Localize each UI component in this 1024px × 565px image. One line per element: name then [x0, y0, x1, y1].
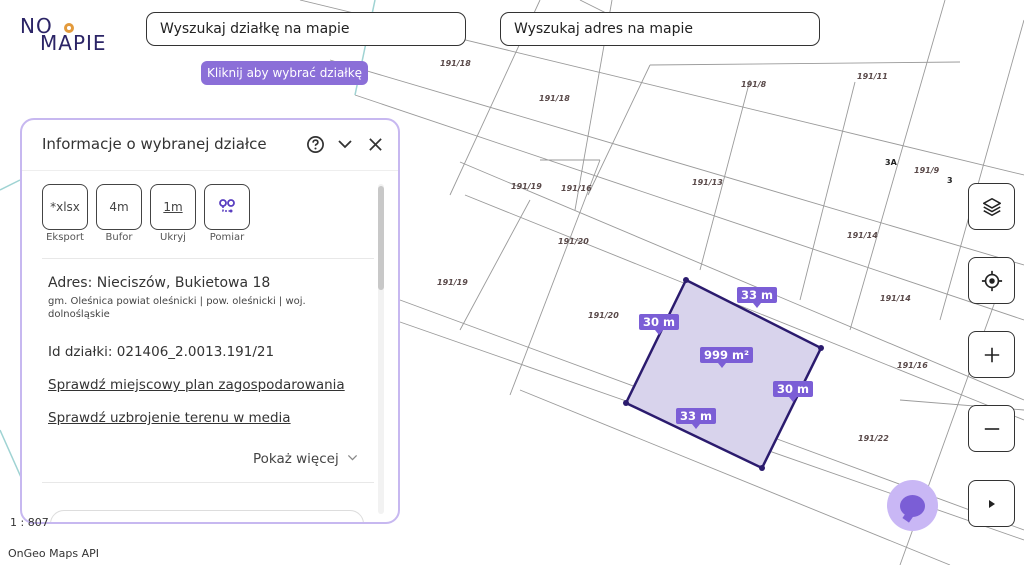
pick-parcel-button[interactable]: Kliknij aby wybrać działkę: [201, 61, 369, 85]
zoom-out-icon: [984, 427, 999, 430]
parcel-search-input[interactable]: [146, 12, 466, 46]
buffer-icon: 4m: [109, 200, 129, 214]
panel-header: Informacje o wybranej działce: [22, 120, 398, 171]
measure-label: Pomiar: [209, 232, 245, 243]
parcel-address: Adres: Nieciszów, Bukietowa 18: [48, 275, 271, 291]
measure-button[interactable]: [204, 184, 250, 230]
scrollbar-thumb[interactable]: [378, 186, 384, 290]
parcel-label: 191/19: [511, 182, 542, 191]
dimension-label-bottom: 33 m: [676, 408, 716, 429]
parcel-label: 191/18: [539, 94, 570, 103]
layers-button[interactable]: [968, 183, 1015, 230]
parcel-admin-units: gm. Oleśnica powiat oleśnicki | pow. ole…: [48, 296, 306, 320]
parcel-label: 191/14: [880, 294, 911, 303]
buffer-label: Bufor: [105, 232, 133, 243]
locate-button[interactable]: [968, 257, 1015, 304]
parcel-id: Id działki: 021406_2.0013.191/21: [48, 344, 275, 360]
parcel-info-panel: Informacje o wybranej działce *xlsx Eksp…: [20, 118, 400, 524]
logo-text-bottom: MAPIE: [40, 31, 107, 55]
hide-button[interactable]: 1m: [150, 184, 196, 230]
address-search-input[interactable]: [500, 12, 820, 46]
zoning-plan-link[interactable]: Sprawdź miejscowy plan zagospodarowania: [48, 377, 345, 393]
parcel-label: 191/20: [588, 311, 619, 320]
attribution-link[interactable]: OnGeo Maps API: [8, 547, 99, 560]
parcel-label: 191/9: [914, 166, 940, 175]
area-label: 999 m²: [700, 347, 754, 368]
zoom-in-icon: [984, 347, 999, 362]
parcel-label: 191/11: [857, 72, 888, 81]
parcel-label: 191/18: [440, 59, 471, 68]
zoom-out-button[interactable]: [968, 405, 1015, 452]
chat-icon: [900, 494, 925, 517]
hide-icon: 1m: [163, 200, 183, 214]
help-icon[interactable]: [305, 134, 325, 154]
map-scale: 1 : 807: [10, 516, 49, 529]
measure-icon: [219, 199, 235, 213]
chevron-down-icon[interactable]: [335, 134, 355, 154]
selected-parcel[interactable]: [624, 278, 823, 470]
show-more-label: Pokaż więcej: [252, 451, 339, 467]
nomapie-logo[interactable]: NO MAPIE: [20, 14, 120, 55]
chat-button[interactable]: [887, 480, 938, 531]
hide-label: Ukryj: [160, 232, 186, 243]
chevron-down-icon: [347, 454, 358, 461]
play-icon: [988, 499, 995, 508]
dimension-label-left: 30 m: [639, 314, 679, 335]
parcel-label: 191/8: [741, 80, 767, 89]
utilities-link[interactable]: Sprawdź uzbrojenie terenu w media: [48, 410, 291, 426]
show-more-button[interactable]: Pokaż więcej: [253, 451, 358, 467]
locate-icon: [981, 270, 1002, 291]
parcel-label: 3: [947, 176, 953, 185]
road-line: [0, 179, 21, 191]
divider: [42, 258, 374, 259]
dimension-label-top: 33 m: [737, 287, 777, 308]
parcel-label: 191/22: [858, 434, 889, 443]
parcel-label: 191/14: [847, 231, 878, 240]
export-label: Eksport: [46, 232, 84, 243]
xlsx-icon: *xlsx: [50, 200, 80, 214]
close-icon[interactable]: [365, 134, 385, 154]
panel-next-section: [50, 510, 364, 522]
divider: [42, 482, 374, 483]
export-xlsx-button[interactable]: *xlsx: [42, 184, 88, 230]
buffer-button[interactable]: 4m: [96, 184, 142, 230]
parcel-label: 3A: [885, 158, 898, 167]
parcel-label: 191/16: [897, 361, 928, 370]
layers-icon: [982, 197, 1001, 216]
dimension-label-right: 30 m: [773, 381, 813, 402]
expand-button[interactable]: [968, 480, 1015, 527]
parcel-label: 191/13: [692, 178, 723, 187]
parcel-label: 191/19: [437, 278, 468, 287]
panel-title: Informacje o wybranej działce: [42, 135, 267, 153]
zoom-in-button[interactable]: [968, 331, 1015, 378]
parcel-label: 191/16: [561, 184, 592, 193]
parcel-label: 191/20: [558, 237, 589, 246]
